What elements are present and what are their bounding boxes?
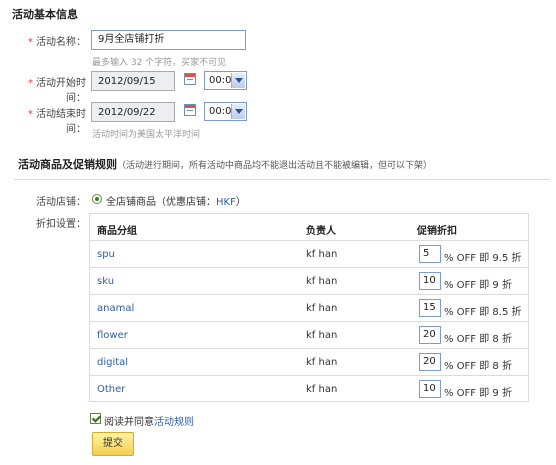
discount-suffix: % OFF 即 8.5 折 bbox=[444, 307, 522, 318]
end-time-label-text: 活动结束时间： bbox=[36, 109, 86, 135]
table-row: flower kf han 20 % OFF 即 8 折 bbox=[90, 322, 528, 349]
end-time-select[interactable]: 00:00 bbox=[204, 102, 247, 121]
agreement-text: 阅读并同意活动规则 bbox=[104, 413, 194, 428]
discount-table: 商品分组 负责人 促销折扣 spu kf han 5 % OFF 即 9.5 折… bbox=[89, 213, 529, 402]
discount-input[interactable]: 20 bbox=[419, 326, 441, 344]
owner-cell: kf han bbox=[306, 276, 338, 287]
rules-note: （活动进行期间，所有活动中商品均不能退出活动且不能被编辑，但可以下架） bbox=[117, 161, 433, 171]
agreement-label: 阅读并同意 bbox=[104, 417, 154, 428]
store-code-link[interactable]: HKF bbox=[216, 197, 236, 208]
owner-cell: kf han bbox=[306, 384, 338, 395]
rules-title: 活动商品及促销规则（活动进行期间，所有活动中商品均不能退出活动且不能被编辑，但可… bbox=[18, 156, 432, 172]
discount-suffix: % OFF 即 9 折 bbox=[444, 280, 512, 291]
activity-name-input[interactable]: 9月全店铺打折 bbox=[91, 30, 246, 50]
end-time-label: * 活动结束时间： bbox=[10, 105, 86, 135]
activity-rules-link[interactable]: 活动规则 bbox=[154, 417, 194, 428]
group-link[interactable]: sku bbox=[97, 276, 114, 287]
discount-input[interactable]: 10 bbox=[419, 272, 441, 290]
store-label: 活动店铺： bbox=[36, 197, 86, 208]
required-mark: * bbox=[28, 78, 33, 89]
discount-suffix: % OFF 即 9 折 bbox=[444, 388, 512, 399]
header-group: 商品分组 bbox=[97, 226, 137, 237]
owner-cell: kf han bbox=[306, 249, 338, 260]
end-date-input[interactable]: 2012/09/22 bbox=[91, 102, 175, 122]
table-row: Other kf han 10 % OFF 即 9 折 bbox=[90, 376, 528, 402]
store-radio[interactable] bbox=[92, 194, 102, 204]
activity-name-hint: 最多输入 32 个字符，买家不可见 bbox=[92, 58, 227, 68]
chevron-down-icon bbox=[231, 104, 245, 119]
section-divider bbox=[14, 179, 550, 180]
table-header-row: 商品分组 负责人 促销折扣 bbox=[90, 214, 528, 241]
table-row: digital kf han 20 % OFF 即 8 折 bbox=[90, 349, 528, 376]
start-calendar-icon[interactable] bbox=[184, 73, 196, 85]
discount-input[interactable]: 10 bbox=[419, 380, 441, 398]
discount-label: 折扣设置： bbox=[36, 219, 86, 230]
start-date-input[interactable]: 2012/09/15 bbox=[91, 71, 175, 91]
required-mark: * bbox=[28, 37, 33, 48]
time-hint: 活动时间为美国太平洋时间 bbox=[92, 130, 201, 140]
group-link[interactable]: Other bbox=[97, 384, 125, 395]
discount-input[interactable]: 15 bbox=[419, 299, 441, 317]
submit-button[interactable]: 提交 bbox=[92, 432, 134, 456]
discount-suffix: % OFF 即 8 折 bbox=[444, 334, 512, 345]
rules-title-text: 活动商品及促销规则 bbox=[18, 158, 117, 171]
discount-input[interactable]: 20 bbox=[419, 353, 441, 371]
chevron-down-icon bbox=[231, 73, 245, 88]
table-row: anamal kf han 15 % OFF 即 8.5 折 bbox=[90, 295, 528, 322]
start-time-label: * 活动开始时间： bbox=[10, 74, 86, 104]
basic-info-title: 活动基本信息 bbox=[12, 8, 78, 21]
end-calendar-icon[interactable] bbox=[184, 104, 196, 116]
table-row: sku kf han 10 % OFF 即 9 折 bbox=[90, 268, 528, 295]
owner-cell: kf han bbox=[306, 330, 338, 341]
group-link[interactable]: flower bbox=[97, 330, 128, 341]
discount-suffix: % OFF 即 8 折 bbox=[444, 361, 512, 372]
start-time-select[interactable]: 00:00 bbox=[204, 71, 247, 90]
table-row: spu kf han 5 % OFF 即 9.5 折 bbox=[90, 241, 528, 268]
activity-name-label: * 活动名称： bbox=[20, 33, 86, 48]
store-option: 全店铺商品（优惠店铺：HKF） bbox=[106, 193, 246, 208]
store-option-prefix: 全店铺商品（优惠店铺： bbox=[106, 197, 216, 208]
agreement-checkbox[interactable] bbox=[90, 413, 101, 424]
owner-cell: kf han bbox=[306, 357, 338, 368]
header-discount: 促销折扣 bbox=[417, 226, 457, 237]
activity-name-label-text: 活动名称： bbox=[36, 37, 86, 48]
discount-suffix: % OFF 即 9.5 折 bbox=[444, 253, 522, 264]
start-time-label-text: 活动开始时间： bbox=[36, 78, 86, 104]
group-link[interactable]: anamal bbox=[97, 303, 134, 314]
header-owner: 负责人 bbox=[306, 226, 336, 237]
owner-cell: kf han bbox=[306, 303, 338, 314]
store-option-suffix: ） bbox=[235, 197, 246, 208]
required-mark: * bbox=[28, 109, 33, 120]
discount-input[interactable]: 5 bbox=[419, 245, 441, 263]
group-link[interactable]: digital bbox=[97, 357, 128, 368]
group-link[interactable]: spu bbox=[97, 249, 115, 260]
